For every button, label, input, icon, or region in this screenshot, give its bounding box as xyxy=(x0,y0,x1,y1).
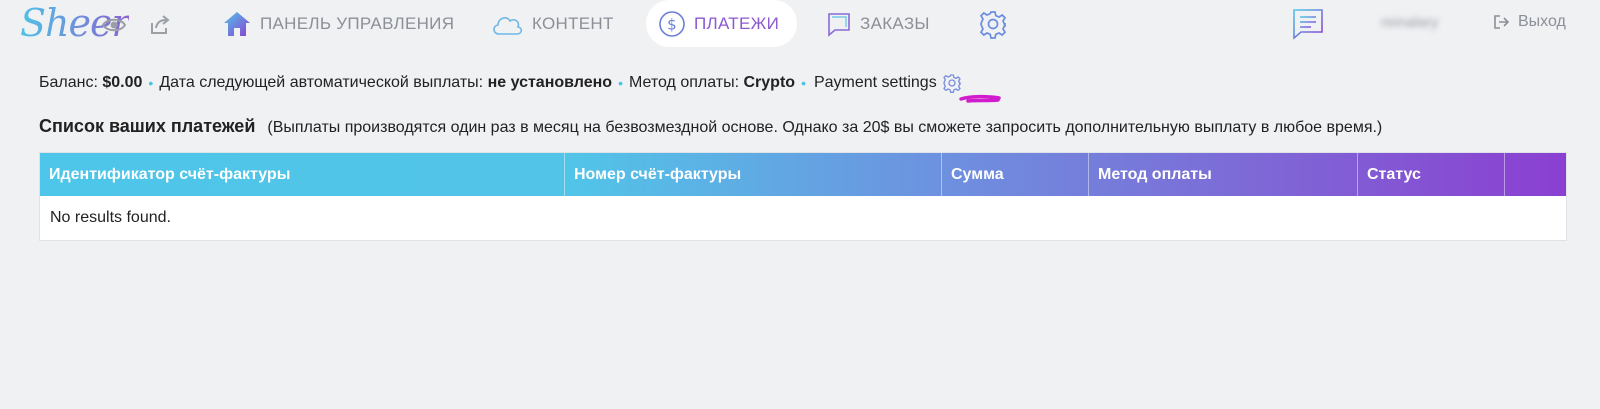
table-header: Идентификатор счёт-фактуры Номер счёт-фа… xyxy=(40,153,1566,196)
column-header-amount[interactable]: Сумма xyxy=(942,153,1089,196)
separator-dot: • xyxy=(148,75,154,91)
column-header-payment-method[interactable]: Метод оплаты xyxy=(1089,153,1358,196)
nav-item-content[interactable]: КОНТЕНТ xyxy=(490,0,614,47)
orders-icon xyxy=(828,12,850,37)
payment-settings-link[interactable]: Payment settings xyxy=(814,74,937,92)
payment-settings-gear-icon[interactable] xyxy=(941,72,963,94)
column-header-invoice-id[interactable]: Идентификатор счёт-фактуры xyxy=(40,153,565,196)
section-title: Список ваших платежей xyxy=(39,116,256,136)
nav-item-label: ПЛАТЕЖИ xyxy=(694,13,780,33)
share-icon[interactable] xyxy=(147,12,173,38)
column-header-invoice-number[interactable]: Номер счёт-фактуры xyxy=(565,153,942,196)
next-payout-value: не установлено xyxy=(487,74,613,91)
section-note: (Выплаты производятся один раз в месяц н… xyxy=(267,119,1383,136)
nav-item-dashboard[interactable]: ПАНЕЛЬ УПРАВЛЕНИЯ xyxy=(222,0,454,47)
settings-icon[interactable] xyxy=(978,9,1008,39)
separator-dot: • xyxy=(801,75,806,91)
home-icon xyxy=(224,11,250,36)
svg-text:$: $ xyxy=(667,15,677,33)
separator-dot: • xyxy=(618,75,623,91)
balance-value: $0.00 xyxy=(102,74,143,91)
balance-label: Баланс: xyxy=(39,74,98,91)
nav-item-payments[interactable]: $ ПЛАТЕЖИ xyxy=(646,0,798,47)
eye-icon[interactable] xyxy=(101,12,127,38)
empty-results-row: No results found. xyxy=(50,209,171,226)
nav-item-orders[interactable]: ЗАКАЗЫ xyxy=(826,0,930,47)
nav-item-label: ПАНЕЛЬ УПРАВЛЕНИЯ xyxy=(260,13,455,33)
payment-info-line: Баланс: $0.00 • Дата следующей автоматич… xyxy=(39,72,963,94)
logout-label: Выход xyxy=(1518,13,1566,30)
column-header-actions xyxy=(1505,153,1566,196)
payment-method-value: Crypto xyxy=(743,74,796,91)
nav-item-label: КОНТЕНТ xyxy=(532,13,614,33)
dollar-icon: $ xyxy=(659,10,685,37)
cloud-icon xyxy=(493,16,523,35)
nav-item-label: ЗАКАЗЫ xyxy=(860,13,930,33)
top-navigation: Sheer ПАНЕЛЬ УПРАВЛЕНИЯ КОНТЕНТ $ ПЛАТЕЖ… xyxy=(0,0,1600,48)
logout-icon xyxy=(1494,15,1510,29)
payments-table: Идентификатор счёт-фактуры Номер счёт-фа… xyxy=(39,152,1567,241)
logout-button[interactable]: Выход xyxy=(1494,13,1566,31)
next-payout-label: Дата следующей автоматической выплаты: xyxy=(159,74,484,91)
messages-icon[interactable] xyxy=(1291,7,1325,41)
payments-section-header: Список ваших платежей (Выплаты производя… xyxy=(39,116,1382,137)
payment-method-label: Метод оплаты: xyxy=(628,74,740,91)
column-header-status[interactable]: Статус xyxy=(1358,153,1505,196)
username[interactable]: reinalary xyxy=(1381,14,1439,31)
magenta-highlight-mark xyxy=(959,94,1001,103)
